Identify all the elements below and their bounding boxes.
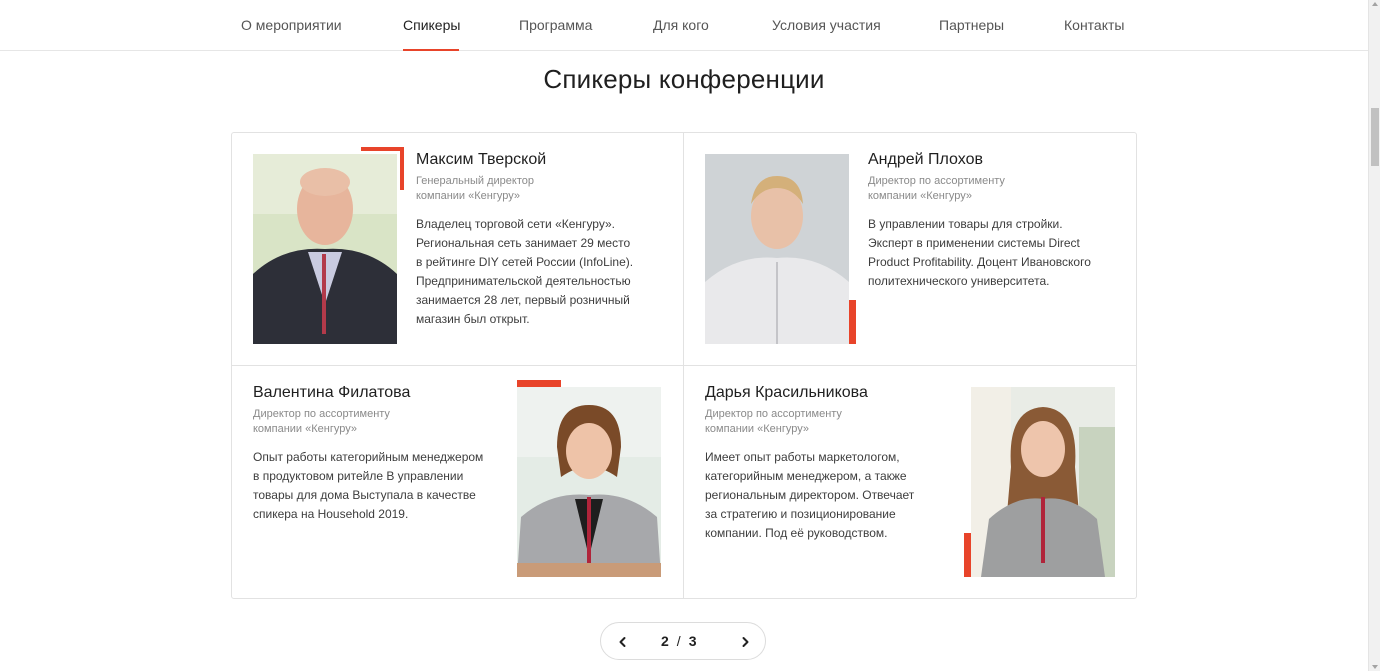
speaker-role: Директор по ассортименту компании «Кенгу… <box>705 407 905 437</box>
bio-line: Владелец торговой сети «Кенгуру». <box>416 217 615 231</box>
nav-item-audience[interactable]: Для кого <box>653 17 709 33</box>
speaker-role: Директор по ассортименту компании «Кенгу… <box>253 407 453 437</box>
speaker-bio: Опыт работы категорийным менеджером в пр… <box>253 448 503 524</box>
bio-line: Опыт работы категорийным менеджером <box>253 450 484 464</box>
speaker-role-line: компании «Кенгуру» <box>705 423 809 435</box>
scrollbar-thumb[interactable] <box>1371 108 1379 166</box>
accent-bar <box>849 300 856 344</box>
accent-bar <box>400 147 404 190</box>
speaker-role: Директор по ассортименту компании «Кенгу… <box>868 174 1068 204</box>
speaker-role-line: компании «Кенгуру» <box>253 423 357 435</box>
scroll-up-icon[interactable] <box>1372 2 1378 6</box>
speaker-photo <box>517 387 661 577</box>
current-page: 2 <box>661 633 671 649</box>
bio-line: в продуктовом ритейле В управлении <box>253 469 464 483</box>
nav-item-speakers[interactable]: Спикеры <box>403 17 460 33</box>
bio-line: спикера на Household 2019. <box>253 507 409 521</box>
grid-divider-horizontal <box>232 365 1136 366</box>
vertical-scrollbar[interactable] <box>1368 0 1380 671</box>
speaker-name: Валентина Филатова <box>253 384 411 401</box>
nav-item-conditions[interactable]: Условия участия <box>772 17 881 33</box>
speaker-photo <box>705 154 849 344</box>
bio-line: Региональная сеть занимает 29 место <box>416 236 631 250</box>
speaker-role: Генеральный директор компании «Кенгуру» <box>416 174 616 204</box>
speaker-photo <box>971 387 1115 577</box>
bio-line: занимается 28 лет, первый розничный <box>416 293 630 307</box>
page-separator: / <box>676 633 683 649</box>
bio-line: компании. Под её руководством. <box>705 526 888 540</box>
bio-line: товары для дома Выступала в качестве <box>253 488 476 502</box>
bio-line: Имеет опыт работы маркетологом, <box>705 450 900 464</box>
speaker-role-line: Директор по ассортименту <box>868 175 1005 187</box>
speakers-pagination: 2 / 3 <box>600 622 766 660</box>
speaker-name: Дарья Красильникова <box>705 384 868 401</box>
speaker-name: Максим Тверской <box>416 151 547 168</box>
total-pages: 3 <box>688 633 699 649</box>
bio-line: региональным директором. Отвечает <box>705 488 915 502</box>
chevron-left-icon[interactable] <box>613 632 633 652</box>
bio-line: категорийным менеджером, а также <box>705 469 907 483</box>
speaker-bio: Владелец торговой сети «Кенгуру». Регион… <box>416 215 656 329</box>
speaker-bio: Имеет опыт работы маркетологом, категори… <box>705 448 955 543</box>
speaker-photo <box>253 154 397 344</box>
speaker-role-line: Генеральный директор <box>416 175 534 187</box>
active-tab-indicator <box>403 49 459 51</box>
accent-bar <box>361 147 404 151</box>
bio-line: Эксперт в применении системы Direct <box>868 236 1080 250</box>
scroll-down-icon[interactable] <box>1372 665 1378 669</box>
speaker-role-line: Директор по ассортименту <box>253 408 390 420</box>
bio-line: Предпринимательской деятельностью <box>416 274 631 288</box>
accent-bar <box>964 533 971 577</box>
nav-item-contacts[interactable]: Контакты <box>1064 17 1124 33</box>
bio-line: в рейтинге DIY сетей России (InfoLine). <box>416 255 634 269</box>
bio-line: политехнического университета. <box>868 274 1050 288</box>
speaker-name: Андрей Плохов <box>868 151 983 168</box>
nav-item-partners[interactable]: Партнеры <box>939 17 1004 33</box>
bio-line: магазин был открыт. <box>416 312 530 326</box>
page-counter: 2 / 3 <box>661 633 698 649</box>
bio-line: Product Profitability. Доцент Ивановског… <box>868 255 1091 269</box>
nav-item-program[interactable]: Программа <box>519 17 592 33</box>
top-navigation: О мероприятии Спикеры Программа Для кого… <box>0 0 1368 51</box>
bio-line: за стратегию и позиционирование <box>705 507 896 521</box>
bio-line: В управлении товары для стройки. <box>868 217 1063 231</box>
nav-item-about[interactable]: О мероприятии <box>241 17 342 33</box>
accent-bar <box>517 380 561 387</box>
speaker-bio: В управлении товары для стройки. Эксперт… <box>868 215 1118 291</box>
speaker-role-line: компании «Кенгуру» <box>416 190 520 202</box>
speaker-role-line: компании «Кенгуру» <box>868 190 972 202</box>
speaker-role-line: Директор по ассортименту <box>705 408 842 420</box>
section-title: Спикеры конференции <box>543 64 825 94</box>
chevron-right-icon[interactable] <box>735 632 755 652</box>
